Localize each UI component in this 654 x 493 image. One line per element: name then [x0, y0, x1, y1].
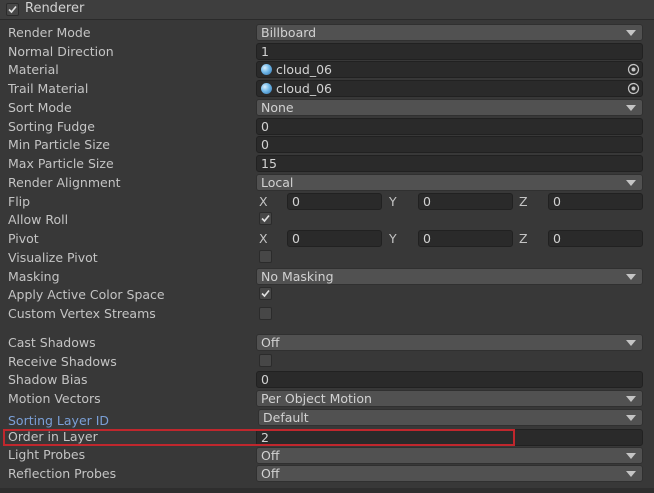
- flip-z-value: 0: [553, 194, 561, 209]
- allow-roll-checkbox[interactable]: [259, 212, 272, 225]
- chevron-down-icon: [626, 340, 636, 346]
- sorting-layer-id-label[interactable]: Sorting Layer ID: [8, 413, 109, 428]
- renderer-enabled-checkbox[interactable]: [6, 3, 19, 16]
- renderer-module-header[interactable]: Renderer: [0, 0, 654, 20]
- masking-value: No Masking: [261, 269, 334, 284]
- custom-vertex-streams-label: Custom Vertex Streams: [8, 306, 156, 321]
- render-mode-label: Render Mode: [8, 25, 91, 40]
- motion-vectors-label: Motion Vectors: [8, 391, 101, 406]
- flip-label: Flip: [8, 194, 31, 209]
- flip-y-axis-label: Y: [389, 194, 397, 209]
- pivot-z-field[interactable]: 0: [548, 230, 643, 247]
- apply-active-color-space-checkbox[interactable]: [259, 287, 272, 300]
- renderer-title: Renderer: [25, 1, 85, 16]
- render-mode-dropdown[interactable]: Billboard: [256, 24, 643, 41]
- pivot-y-field[interactable]: 0: [418, 230, 513, 247]
- chevron-down-icon: [626, 453, 636, 459]
- render-alignment-label: Render Alignment: [8, 175, 121, 190]
- pivot-x-axis-label: X: [259, 231, 268, 246]
- pivot-z-value: 0: [553, 231, 561, 246]
- flip-y-field[interactable]: 0: [418, 193, 513, 210]
- chevron-down-icon: [626, 30, 636, 36]
- sort-mode-dropdown[interactable]: None: [256, 99, 643, 116]
- pivot-z-axis-label: Z: [519, 231, 528, 246]
- flip-x-value: 0: [292, 194, 300, 209]
- cast-shadows-label: Cast Shadows: [8, 335, 96, 350]
- cast-shadows-value: Off: [261, 335, 280, 350]
- max-particle-size-label: Max Particle Size: [8, 156, 114, 171]
- chevron-down-icon: [626, 274, 636, 280]
- chevron-down-icon: [626, 471, 636, 477]
- panel-bottom-edge: [0, 488, 654, 493]
- min-particle-size-label: Min Particle Size: [8, 137, 110, 152]
- flip-z-axis-label: Z: [519, 194, 528, 209]
- normal-direction-label: Normal Direction: [8, 44, 114, 59]
- reflection-probes-label: Reflection Probes: [8, 466, 117, 481]
- pivot-label: Pivot: [8, 231, 39, 246]
- shadow-bias-value: 0: [261, 372, 269, 387]
- min-particle-size-value: 0: [261, 137, 269, 152]
- order-in-layer-highlight: [3, 429, 515, 446]
- pivot-x-value: 0: [292, 231, 300, 246]
- light-probes-dropdown[interactable]: Off: [256, 447, 643, 464]
- chevron-down-icon: [626, 396, 636, 402]
- render-alignment-value: Local: [261, 175, 294, 190]
- shadow-bias-label: Shadow Bias: [8, 372, 88, 387]
- shadow-bias-field[interactable]: 0: [256, 371, 643, 388]
- sort-mode-label: Sort Mode: [8, 100, 72, 115]
- motion-vectors-dropdown[interactable]: Per Object Motion: [256, 390, 643, 407]
- flip-z-field[interactable]: 0: [548, 193, 643, 210]
- custom-vertex-streams-checkbox[interactable]: [259, 307, 272, 320]
- trail-material-value: cloud_06: [276, 81, 333, 96]
- cast-shadows-dropdown[interactable]: Off: [256, 334, 643, 351]
- normal-direction-value: 1: [261, 44, 269, 59]
- material-icon: [261, 83, 272, 94]
- max-particle-size-value: 15: [261, 156, 277, 171]
- sorting-layer-id-value: Default: [263, 410, 309, 425]
- light-probes-value: Off: [261, 448, 280, 463]
- flip-x-field[interactable]: 0: [287, 193, 382, 210]
- apply-active-color-space-label: Apply Active Color Space: [8, 287, 165, 302]
- receive-shadows-checkbox[interactable]: [259, 354, 272, 367]
- render-alignment-dropdown[interactable]: Local: [256, 174, 643, 191]
- masking-label: Masking: [8, 269, 60, 284]
- reflection-probes-dropdown[interactable]: Off: [256, 465, 643, 482]
- receive-shadows-label: Receive Shadows: [8, 354, 117, 369]
- max-particle-size-field[interactable]: 15: [256, 155, 643, 172]
- trail-material-field[interactable]: cloud_06: [256, 80, 643, 97]
- object-picker-icon[interactable]: [627, 82, 640, 95]
- sorting-fudge-value: 0: [261, 119, 269, 134]
- light-probes-label: Light Probes: [8, 447, 86, 462]
- check-icon: [261, 214, 270, 223]
- material-label: Material: [8, 62, 59, 77]
- allow-roll-label: Allow Roll: [8, 212, 69, 227]
- material-icon: [261, 64, 272, 75]
- pivot-y-axis-label: Y: [389, 231, 397, 246]
- normal-direction-field[interactable]: 1: [256, 43, 643, 60]
- render-mode-value: Billboard: [261, 25, 317, 40]
- pivot-y-value: 0: [423, 231, 431, 246]
- check-icon: [261, 289, 270, 298]
- reflection-probes-value: Off: [261, 466, 280, 481]
- visualize-pivot-checkbox[interactable]: [259, 250, 272, 263]
- chevron-down-icon: [626, 105, 636, 111]
- chevron-down-icon: [626, 415, 636, 421]
- check-icon: [8, 5, 17, 14]
- pivot-x-field[interactable]: 0: [287, 230, 382, 247]
- flip-x-axis-label: X: [259, 194, 268, 209]
- sort-mode-value: None: [261, 100, 294, 115]
- motion-vectors-value: Per Object Motion: [261, 391, 372, 406]
- material-value: cloud_06: [276, 62, 333, 77]
- chevron-down-icon: [626, 180, 636, 186]
- flip-y-value: 0: [423, 194, 431, 209]
- min-particle-size-field[interactable]: 0: [256, 136, 643, 153]
- material-field[interactable]: cloud_06: [256, 61, 643, 78]
- sorting-fudge-label: Sorting Fudge: [8, 119, 95, 134]
- masking-dropdown[interactable]: No Masking: [256, 268, 643, 285]
- sorting-layer-id-dropdown[interactable]: Default: [258, 409, 643, 426]
- trail-material-label: Trail Material: [8, 81, 89, 96]
- sorting-fudge-field[interactable]: 0: [256, 118, 643, 135]
- object-picker-icon[interactable]: [627, 63, 640, 76]
- visualize-pivot-label: Visualize Pivot: [8, 250, 98, 265]
